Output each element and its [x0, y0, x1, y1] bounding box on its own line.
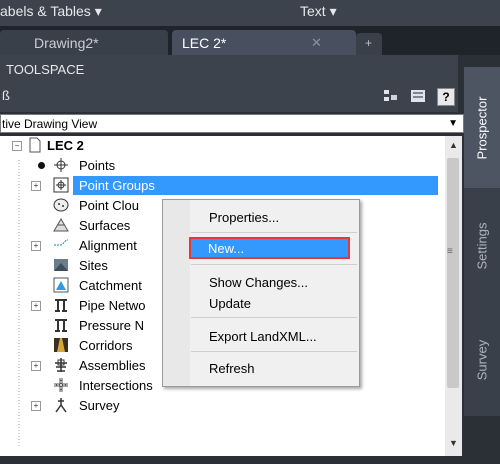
- corridors-icon: [54, 338, 68, 352]
- new-tab-button[interactable]: +: [356, 33, 382, 55]
- menu-item-label: New...: [208, 241, 245, 256]
- surfaces-icon: [53, 218, 69, 232]
- menu-item-refresh[interactable]: Refresh: [163, 357, 359, 379]
- tree-root-label: LEC 2: [47, 138, 84, 153]
- survey-icon: [55, 398, 67, 413]
- menu-separator: [191, 264, 357, 265]
- tree-item-point-groups[interactable]: + Point Groups: [0, 176, 445, 196]
- toolspace-title-bar: TOOLSPACE: [0, 55, 458, 82]
- points-icon: [54, 158, 68, 172]
- radio-dot-icon: [38, 162, 45, 169]
- tab-label: Drawing2*: [34, 35, 99, 51]
- view-select-value: tive Drawing View: [2, 117, 98, 131]
- catchments-icon: [53, 277, 69, 293]
- expand-icon[interactable]: +: [31, 301, 41, 311]
- menu-separator: [191, 317, 357, 318]
- menu-separator: [191, 232, 357, 233]
- tab-prospector-label: Prospector: [474, 96, 490, 159]
- tree-item-label: Assemblies: [79, 358, 146, 373]
- tree-item-label: Pressure N: [79, 318, 145, 333]
- side-tab-filler: [464, 416, 500, 464]
- assemblies-icon: [55, 358, 67, 372]
- tree-item-label: Intersections: [79, 378, 153, 393]
- tab-drawing2[interactable]: Drawing2*: [0, 30, 168, 55]
- menu-item-show-changes[interactable]: Show Changes...: [163, 271, 359, 293]
- toolbar-left-icon[interactable]: ß: [2, 88, 10, 103]
- scroll-grip-icon: ≡: [447, 246, 453, 257]
- view-select-dropdown[interactable]: tive Drawing View ▼: [0, 114, 464, 133]
- scrollbar-thumb[interactable]: [447, 158, 459, 388]
- menu-item-label: Properties...: [209, 210, 280, 225]
- ribbon-strip: abels & Tables ▾ Text ▾: [0, 0, 500, 26]
- tree-item-label: Point Groups: [79, 178, 155, 193]
- tab-settings[interactable]: Settings: [464, 188, 500, 303]
- tree-item-label: Point Clou: [79, 198, 139, 213]
- alignments-icon: [54, 239, 69, 246]
- tab-survey[interactable]: Survey: [464, 303, 500, 416]
- expand-icon[interactable]: +: [31, 181, 41, 191]
- menu-item-label: Show Changes...: [209, 275, 309, 290]
- tree-scrollbar[interactable]: ▲ ≡ ▼: [445, 136, 462, 456]
- help-icon[interactable]: ?: [437, 88, 455, 106]
- chevron-down-icon: ▼: [448, 118, 458, 129]
- toolspace-toolbar: ß ?: [0, 82, 458, 112]
- scroll-down-icon[interactable]: ▼: [449, 438, 458, 448]
- menu-separator: [191, 351, 357, 352]
- ribbon-text-button[interactable]: Text ▾: [300, 3, 337, 20]
- plus-icon: +: [365, 36, 373, 50]
- tree-item-label: Survey: [79, 398, 120, 413]
- tab-prospector[interactable]: Prospector: [464, 67, 500, 188]
- expand-icon[interactable]: +: [31, 401, 41, 411]
- sites-icon: [54, 259, 68, 271]
- point-cloud-icon: [53, 198, 69, 212]
- point-groups-icon: [53, 177, 69, 193]
- document-tabs: Drawing2* LEC 2* ✕ +: [0, 26, 500, 55]
- tab-label: LEC 2*: [182, 35, 227, 51]
- tab-settings-label: Settings: [474, 222, 490, 269]
- menu-item-label: Refresh: [209, 361, 255, 376]
- item-view-icon[interactable]: [383, 88, 399, 104]
- tree-item-points[interactable]: Points: [0, 156, 445, 176]
- tree-item-label: Points: [79, 158, 116, 173]
- menu-item-update[interactable]: Update: [163, 292, 359, 314]
- toolspace-title: TOOLSPACE: [6, 62, 85, 77]
- pipe-network-icon: [55, 299, 67, 312]
- menu-item-label: Export LandXML...: [209, 329, 317, 344]
- intersections-icon: [54, 378, 68, 392]
- tree-item-label: Pipe Netwo: [79, 298, 146, 313]
- expand-icon[interactable]: +: [31, 241, 41, 251]
- list-view-icon[interactable]: [410, 88, 426, 104]
- tree-item-label: Alignment: [79, 238, 137, 253]
- tab-survey-label: Survey: [474, 339, 490, 380]
- tab-lec2[interactable]: LEC 2* ✕: [172, 30, 356, 55]
- tree-item-survey[interactable]: + Survey: [0, 396, 445, 416]
- expand-icon[interactable]: +: [31, 361, 41, 371]
- collapse-icon[interactable]: −: [12, 141, 22, 151]
- menu-item-properties[interactable]: Properties...: [163, 206, 359, 228]
- tree-item-label: Corridors: [79, 338, 133, 353]
- scroll-up-icon[interactable]: ▲: [449, 140, 458, 150]
- menu-item-new[interactable]: New...: [189, 237, 350, 259]
- tree-item-label: Catchment: [79, 278, 142, 293]
- tree-item-label: Sites: [79, 258, 108, 273]
- tree-root-row[interactable]: − LEC 2: [0, 136, 445, 156]
- ribbon-labels-tables-button[interactable]: abels & Tables ▾: [0, 3, 102, 20]
- close-tab-icon[interactable]: ✕: [311, 35, 322, 51]
- context-menu: Properties... New... Show Changes... Upd…: [162, 199, 360, 387]
- menu-item-export-landxml[interactable]: Export LandXML...: [163, 325, 359, 347]
- menu-item-label: Update: [209, 296, 251, 311]
- tree-item-label: Surfaces: [79, 218, 131, 233]
- pressure-network-icon: [55, 319, 67, 332]
- drawing-icon: [29, 137, 41, 153]
